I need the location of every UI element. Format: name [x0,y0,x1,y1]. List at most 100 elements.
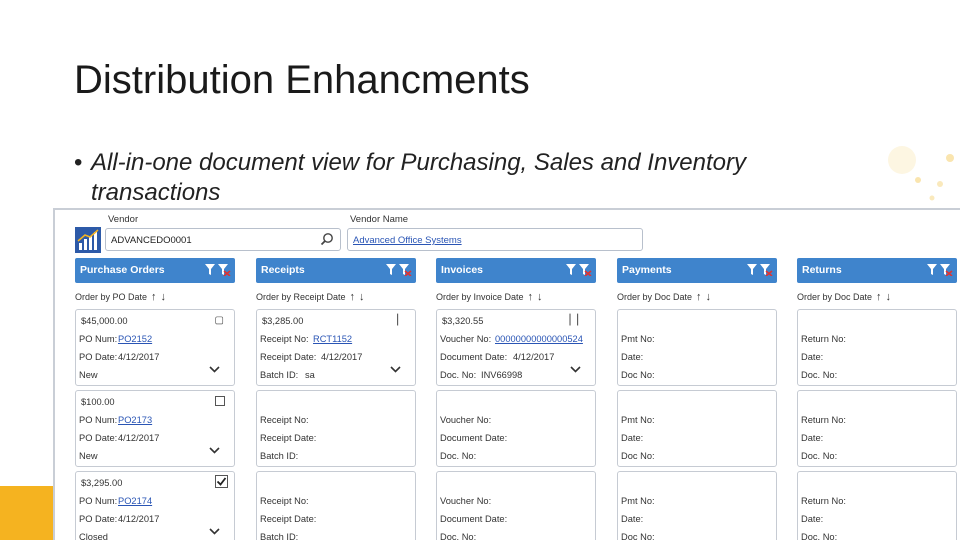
filter-icons[interactable] [927,263,953,279]
vendor-name-link[interactable]: Advanced Office Systems [353,235,462,246]
pin-icon[interactable]: ▢ [215,315,224,326]
filter-icon[interactable] [566,263,592,277]
card-row-2-label: Date: [801,514,824,524]
document-card[interactable]: Receipt No: Receipt Date: Batch ID: [256,471,416,540]
column-title: Returns [802,264,842,276]
column-receipts: Receipts Order by Receipt Date ↑ ↓ $3,285.… [256,258,416,540]
card-row-1-label: Pmt No: [621,415,655,425]
column-purchase-orders: Purchase Orders Order by PO Date ↑ ↓ $45,0… [75,258,235,540]
vendor-id-field[interactable]: ADVANCEDO0001 [105,228,341,251]
card-row-1-label: Pmt No: [621,334,655,344]
bullet-dot: • [74,149,83,176]
filter-icon[interactable] [747,263,773,277]
card-row-2-label: PO Date: [79,514,118,524]
document-card[interactable]: Return No: Date: Doc. No: [797,309,957,386]
card-row-2-value: 4/12/2017 [118,433,160,443]
sort-label: Order by Invoice Date [436,292,524,302]
document-card[interactable]: $3,295.00 PO Num: PO2174 PO Date: 4/12/2… [75,471,235,540]
card-row-1-link[interactable]: PO2174 [118,496,152,506]
vendor-name-field[interactable]: Advanced Office Systems [347,228,643,251]
pin-icon[interactable]: ▏ [397,315,405,326]
document-card[interactable]: Return No: Date: Doc. No: [797,471,957,540]
card-row-1-label: PO Num: [79,334,118,344]
document-card[interactable]: Pmt No: Date: Doc No: [617,471,777,540]
sort-asc-icon[interactable]: ↑ [876,291,882,303]
sort-desc-icon[interactable]: ↓ [706,291,712,303]
checkbox[interactable] [215,396,225,406]
bullet-line-2: transactions [91,179,221,206]
card-row-1-label: Return No: [801,415,846,425]
sort-control[interactable]: Order by Doc Date ↑ ↓ [617,291,777,305]
filter-icon[interactable] [386,263,412,277]
pin-icon[interactable]: ▏▏ [570,315,585,326]
chevron-down-icon[interactable] [390,366,401,373]
sort-asc-icon[interactable]: ↑ [151,291,157,303]
document-card[interactable]: Return No: Date: Doc. No: [797,390,957,467]
filter-icons[interactable] [566,263,592,279]
document-card[interactable]: Pmt No: Date: Doc No: [617,390,777,467]
document-card[interactable]: Voucher No: Document Date: Doc. No: [436,471,596,540]
chevron-down-icon[interactable] [209,366,220,373]
sort-control[interactable]: Order by Doc Date ↑ ↓ [797,291,957,305]
document-card[interactable]: $3,285.00 ▏ Receipt No: RCT1152 Receipt … [256,309,416,386]
column-returns: Returns Order by Doc Date ↑ ↓ Return No: D… [797,258,957,540]
filter-icon[interactable] [205,263,231,277]
card-row-3-value: INV66998 [481,370,523,380]
card-amount: $3,295.00 [81,478,123,488]
filter-icons[interactable] [747,263,773,279]
chevron-down-icon[interactable] [209,528,220,535]
sort-desc-icon[interactable]: ↓ [537,291,543,303]
card-row-1-link[interactable]: RCT1152 [313,334,352,344]
column-title: Receipts [261,264,305,276]
vendor-id-label: Vendor [108,214,139,225]
card-amount: $45,000.00 [81,316,128,326]
card-row-2-label: Document Date: [440,433,508,443]
sort-asc-icon[interactable]: ↑ [696,291,702,303]
card-row-3-label: Doc No: [621,370,655,380]
sort-control[interactable]: Order by Receipt Date ↑ ↓ [256,291,416,305]
sort-asc-icon[interactable]: ↑ [528,291,534,303]
checkbox-checked[interactable] [215,475,228,488]
card-row-3-label: Doc No: [621,532,655,540]
sort-desc-icon[interactable]: ↓ [886,291,892,303]
chevron-down-icon[interactable] [570,366,581,373]
sort-control[interactable]: Order by PO Date ↑ ↓ [75,291,235,305]
card-row-2-value: 4/12/2017 [321,352,363,362]
document-card[interactable]: $45,000.00 ▢ PO Num: PO2152 PO Date: 4/1… [75,309,235,386]
card-row-1-link[interactable]: PO2152 [118,334,152,344]
document-card[interactable]: $3,320.55 ▏▏ Voucher No: 000000000000005… [436,309,596,386]
search-icon[interactable] [320,232,334,246]
column-invoices: Invoices Order by Invoice Date ↑ ↓ $3,320.… [436,258,596,540]
sort-asc-icon[interactable]: ↑ [350,291,356,303]
column-title: Purchase Orders [80,264,165,276]
column-header: Purchase Orders [75,258,235,283]
card-row-1-link[interactable]: 00000000000000524 [495,334,583,344]
card-row-2-label: Date: [801,433,824,443]
card-row-1-label: Voucher No: [440,415,492,425]
card-row-3-label: Batch ID: [260,451,299,461]
sort-desc-icon[interactable]: ↓ [359,291,365,303]
document-card[interactable]: Receipt No: Receipt Date: Batch ID: [256,390,416,467]
card-row-2-label: Date: [801,352,824,362]
card-row-3-label: Doc. No: [440,451,477,461]
document-card[interactable]: Voucher No: Document Date: Doc. No: [436,390,596,467]
card-row-2-value: 4/12/2017 [513,352,555,362]
document-card[interactable]: Pmt No: Date: Doc No: [617,309,777,386]
card-row-2-label: Date: [621,514,644,524]
card-amount: $3,285.00 [262,316,304,326]
card-row-3-label: Doc. No: [801,370,838,380]
filter-icon[interactable] [927,263,953,277]
chevron-down-icon[interactable] [209,447,220,454]
vendor-id-value: ADVANCEDO0001 [111,235,192,246]
card-row-1-link[interactable]: PO2173 [118,415,152,425]
sort-control[interactable]: Order by Invoice Date ↑ ↓ [436,291,596,305]
bullet-text: • All-in-one document view for Purchasing… [74,148,874,208]
filter-icons[interactable] [386,263,412,279]
filter-icons[interactable] [205,263,231,279]
card-row-2-value: 4/12/2017 [118,514,160,524]
bullet-line-1: All-in-one document view for Purchasing,… [91,149,747,176]
card-row-1-label: Voucher No: [440,334,492,344]
sort-desc-icon[interactable]: ↓ [161,291,167,303]
document-card[interactable]: $100.00 PO Num: PO2173 PO Date: 4/12/201… [75,390,235,467]
card-row-3-value: sa [305,370,315,380]
